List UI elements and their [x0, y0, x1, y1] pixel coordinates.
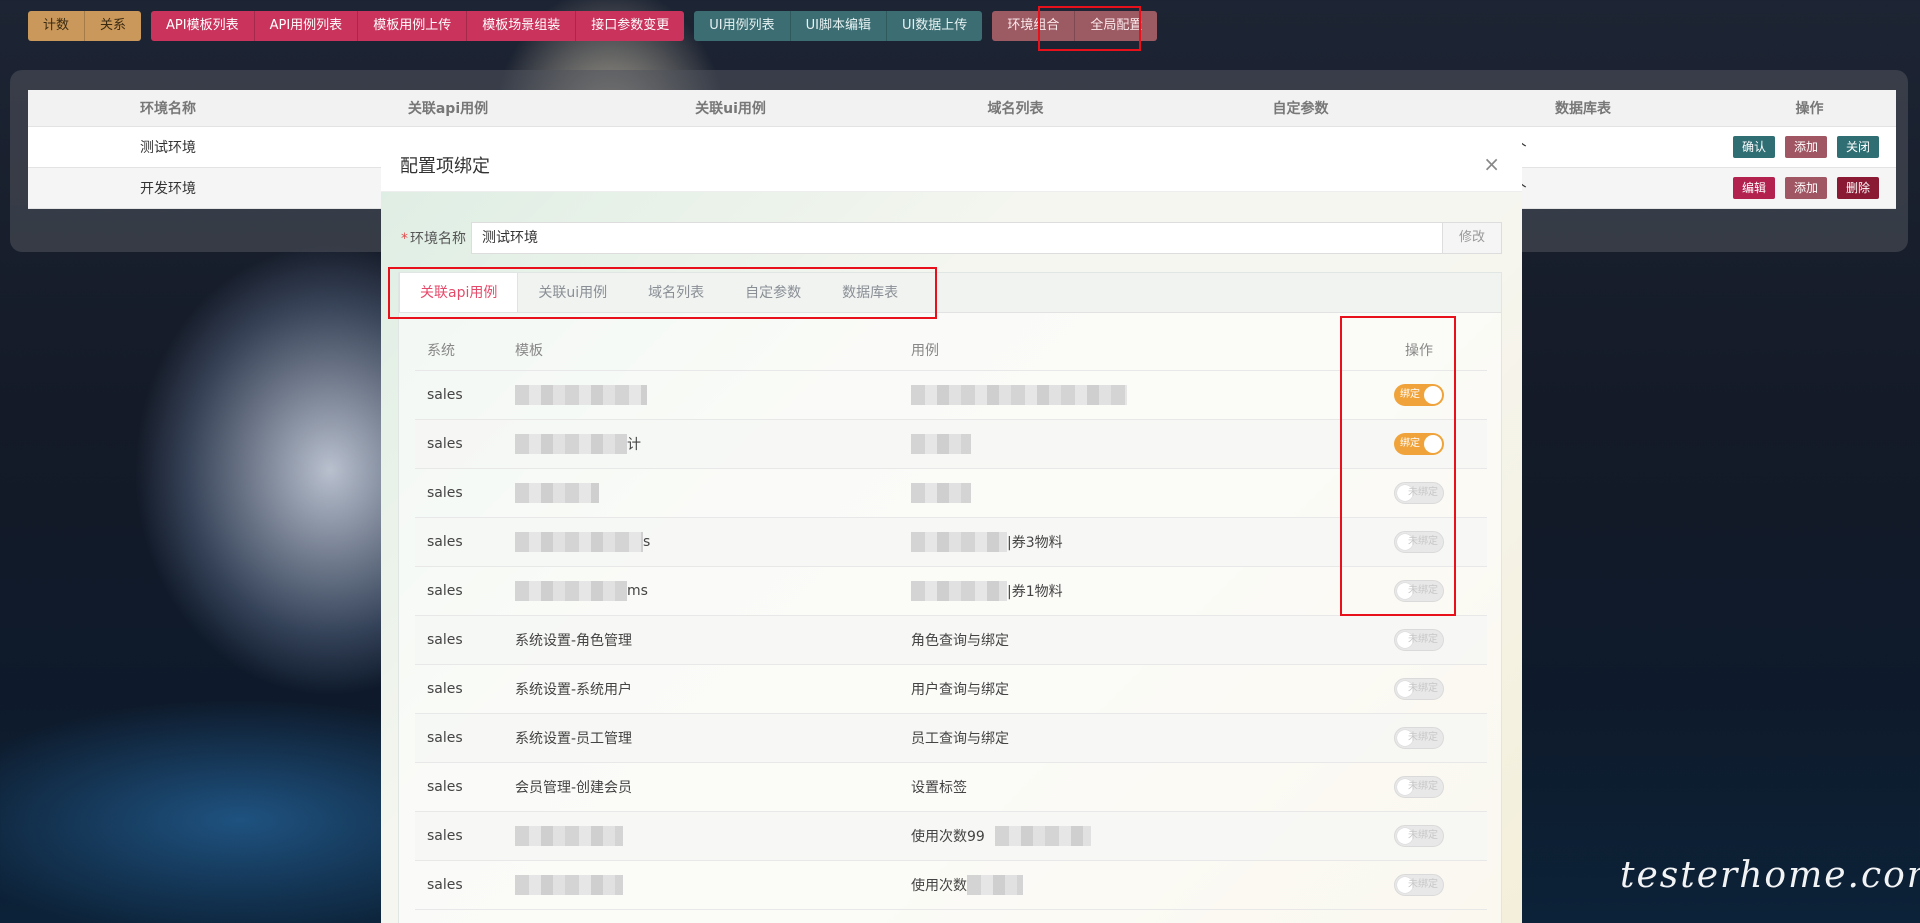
- nav-group-stats: 计数 关系: [28, 11, 142, 41]
- modal-title: 配置项绑定: [400, 155, 490, 177]
- case-grid: 系统 模板 用例 操作 sales 绑定 sales 计 绑定 sales 未绑…: [415, 329, 1487, 910]
- bind-toggle[interactable]: 未绑定: [1394, 874, 1444, 896]
- nav-ui-script-edit[interactable]: UI脚本编辑: [790, 11, 887, 41]
- tab-domains[interactable]: 域名列表: [628, 273, 725, 312]
- delete-button[interactable]: 删除: [1836, 177, 1879, 199]
- table-row: sales 使用次数99 未绑定: [415, 812, 1487, 861]
- col-ops: 操作: [1405, 342, 1433, 359]
- table-row: sales 系统设置-系统用户 用户查询与绑定 未绑定: [415, 665, 1487, 714]
- col-template: 模板: [515, 342, 543, 359]
- redacted-text: [515, 532, 643, 552]
- bind-toggle[interactable]: 绑定: [1394, 384, 1444, 406]
- nav-group-api: API模板列表 API用例列表 模板用例上传 模板场景组装 接口参数变更: [151, 11, 685, 41]
- env-name: 开发环境: [140, 181, 196, 197]
- bind-toggle[interactable]: 未绑定: [1394, 531, 1444, 553]
- watermark: testerhome.com: [1620, 855, 1920, 896]
- bind-toggle[interactable]: 未绑定: [1394, 776, 1444, 798]
- confirm-button[interactable]: 确认: [1732, 136, 1775, 158]
- redacted-text: [515, 434, 627, 454]
- modal-header: 配置项绑定 ×: [381, 138, 1522, 192]
- env-col-params: 自定参数: [1272, 101, 1329, 117]
- bind-toggle[interactable]: 未绑定: [1394, 825, 1444, 847]
- bind-toggle[interactable]: 未绑定: [1394, 727, 1444, 749]
- bind-toggle[interactable]: 未绑定: [1394, 482, 1444, 504]
- redacted-text: [515, 875, 623, 895]
- table-row: sales 绑定: [415, 371, 1487, 420]
- tab-bar: 关联api用例 关联ui用例 域名列表 自定参数 数据库表: [399, 273, 1501, 313]
- nav-api-template-list[interactable]: API模板列表: [151, 11, 255, 41]
- env-col-api: 关联api用例: [407, 101, 489, 117]
- modal-body: * 环境名称 测试环境 修改 关联api用例 关联ui用例 域名列表 自定参数 数…: [381, 192, 1522, 923]
- nav-global-config[interactable]: 全局配置: [1075, 11, 1158, 41]
- redacted-text: [515, 385, 647, 405]
- close-button[interactable]: 关闭: [1836, 136, 1879, 158]
- env-name-row: * 环境名称 测试环境 修改: [401, 222, 1502, 254]
- redacted-text: [515, 581, 627, 601]
- env-name: 测试环境: [140, 140, 196, 156]
- required-mark: *: [401, 231, 408, 247]
- binding-modal: 配置项绑定 × * 环境名称 测试环境 修改 关联api用例 关联ui用例 域名列…: [381, 138, 1522, 923]
- tab-ui-cases[interactable]: 关联ui用例: [518, 273, 628, 312]
- table-row: sales 会员管理-创建会员 设置标签 未绑定: [415, 763, 1487, 812]
- nav-relation-button[interactable]: 关系: [85, 11, 142, 41]
- env-row-actions: 编辑 添加 删除: [1583, 177, 1896, 199]
- redacted-text: [515, 826, 623, 846]
- nav-group-ui: UI用例列表 UI脚本编辑 UI数据上传: [694, 11, 983, 41]
- env-col-domain: 域名列表: [987, 101, 1044, 117]
- nav-template-case-upload[interactable]: 模板用例上传: [358, 11, 468, 41]
- table-row: sales 系统设置-员工管理 员工查询与绑定 未绑定: [415, 714, 1487, 763]
- env-name-label: * 环境名称: [401, 231, 466, 247]
- env-col-db: 数据库表: [1555, 101, 1611, 117]
- add-button[interactable]: 添加: [1784, 136, 1827, 158]
- add-button[interactable]: 添加: [1784, 177, 1827, 199]
- bind-toggle[interactable]: 未绑定: [1394, 629, 1444, 651]
- table-row: sales s |券3物料 未绑定: [415, 518, 1487, 567]
- bind-toggle[interactable]: 绑定: [1394, 433, 1444, 455]
- close-icon[interactable]: ×: [1483, 152, 1500, 176]
- nav-api-param-change[interactable]: 接口参数变更: [576, 11, 685, 41]
- nav-ui-case-list[interactable]: UI用例列表: [694, 11, 791, 41]
- env-col-ui: 关联ui用例: [695, 101, 766, 117]
- nav-ui-data-upload[interactable]: UI数据上传: [886, 11, 983, 41]
- env-table-header: 环境名称 关联api用例 关联ui用例 域名列表 自定参数 数据库表 操作: [28, 90, 1896, 127]
- edit-button[interactable]: 编辑: [1732, 177, 1775, 199]
- tab-custom-params[interactable]: 自定参数: [725, 273, 822, 312]
- redacted-text: [911, 532, 1007, 552]
- redacted-text: [994, 826, 1091, 846]
- redacted-text: [911, 385, 1127, 405]
- env-col-name: 环境名称: [140, 101, 196, 117]
- table-row: sales 计 绑定: [415, 420, 1487, 469]
- redacted-text: [911, 483, 971, 503]
- redacted-text: [515, 483, 599, 503]
- top-nav: 计数 关系 API模板列表 API用例列表 模板用例上传 模板场景组装 接口参数…: [28, 11, 1167, 41]
- grid-header: 系统 模板 用例 操作: [415, 329, 1487, 371]
- table-row: sales 未绑定: [415, 469, 1487, 518]
- col-system: 系统: [427, 342, 455, 359]
- nav-template-scene-assemble[interactable]: 模板场景组装: [467, 11, 577, 41]
- table-row: sales 系统设置-角色管理 角色查询与绑定 未绑定: [415, 616, 1487, 665]
- env-name-input[interactable]: 测试环境: [471, 222, 1442, 254]
- modify-button[interactable]: 修改: [1442, 222, 1502, 254]
- bind-toggle[interactable]: 未绑定: [1394, 580, 1444, 602]
- nav-count-button[interactable]: 计数: [28, 11, 86, 41]
- col-case: 用例: [911, 342, 939, 359]
- table-row: sales 使用次数 未绑定: [415, 861, 1487, 910]
- redacted-text: [967, 875, 1023, 895]
- nav-env-combo[interactable]: 环境组合: [992, 11, 1076, 41]
- env-row-actions: 确认 添加 关闭: [1583, 136, 1896, 158]
- bind-toggle[interactable]: 未绑定: [1394, 678, 1444, 700]
- redacted-text: [911, 581, 1007, 601]
- env-col-ops: 操作: [1795, 101, 1824, 117]
- nav-group-config: 环境组合 全局配置: [992, 11, 1158, 41]
- nav-api-case-list[interactable]: API用例列表: [254, 11, 359, 41]
- tab-api-cases[interactable]: 关联api用例: [399, 273, 519, 312]
- tab-db-tables[interactable]: 数据库表: [822, 273, 919, 312]
- table-row: sales ms |券1物料 未绑定: [415, 567, 1487, 616]
- tab-card: 关联api用例 关联ui用例 域名列表 自定参数 数据库表 系统 模板 用例 操…: [398, 272, 1502, 923]
- redacted-text: [911, 434, 971, 454]
